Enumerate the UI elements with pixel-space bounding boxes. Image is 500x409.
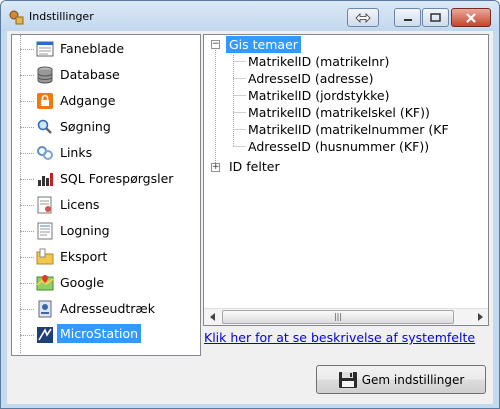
minimize-button[interactable] [394,8,421,27]
nav-label: Database [60,67,120,82]
nav-label: Adgange [60,93,116,108]
address-icon [38,300,52,318]
floppy-disk-icon [338,371,357,388]
nav-item-sql[interactable]: SQL Forespørgsler [12,166,200,192]
close-icon [466,12,476,23]
sql-icon [38,173,53,186]
nav-label: MicroStation [57,324,142,343]
nav-label: Adresseudtræk [60,301,155,316]
scrollbar-thumb[interactable]: ||| [222,310,454,324]
title-bar[interactable]: Indstillinger [1,1,499,31]
window-title: Indstillinger [29,10,94,23]
tree-node-gis-temaer[interactable]: Gis temaer [226,36,301,53]
nav-label: Eksport [60,249,108,264]
resize-button[interactable] [347,8,379,27]
nav-item-links[interactable]: Links [12,140,200,166]
close-button[interactable] [451,8,491,27]
nav-item-licens[interactable]: Licens [12,192,200,218]
microstation-icon [37,327,53,343]
nav-label: Logning [60,223,110,238]
maximize-button[interactable] [422,8,449,27]
google-icon [36,275,54,291]
minimize-icon [403,18,412,21]
search-icon [37,119,52,134]
nav-item-google[interactable]: Google [12,270,200,296]
settings-window: Indstillinger Faneblade Database Adgange… [0,0,500,409]
tree-child-node[interactable]: MatrikelID (matrikelnr) [248,54,389,69]
tree-child-node[interactable]: MatrikelID (jordstykke) [248,88,389,103]
nav-item-eksport[interactable]: Eksport [12,244,200,270]
license-icon [37,196,52,214]
scroll-left-button[interactable] [204,309,221,325]
database-icon [37,66,53,84]
child-connector-lines [233,55,246,147]
save-settings-button[interactable]: Gem indstillinger [316,365,486,394]
tree-child-node[interactable]: MatrikelID (matrikelskel (KF)) [248,105,430,120]
nav-item-adgange[interactable]: Adgange [12,88,200,114]
scroll-right-icon [477,313,483,321]
expand-id-felter-button[interactable]: + [211,163,220,172]
nav-item-microstation[interactable]: MicroStation [12,322,200,348]
double-arrow-icon [355,12,371,23]
settings-nav-tree: Faneblade Database Adgange Søgning Links… [11,34,201,356]
nav-item-faneblade[interactable]: Faneblade [12,36,200,62]
horizontal-scrollbar[interactable]: ||| [204,308,488,325]
tree-child-node[interactable]: AdresseID (husnummer (KF)) [248,139,429,154]
system-fields-description-link[interactable]: Klik her for at se beskrivelse af system… [204,330,475,345]
tabs-icon [36,41,54,57]
nav-label: SQL Forespørgsler [60,171,174,186]
log-icon [37,222,53,240]
tree-connector-lines [215,50,216,164]
scroll-left-icon [209,313,215,321]
collapse-gis-temaer-button[interactable]: − [211,40,220,49]
field-mapping-tree: − Gis temaer MatrikelID (matrikelnr) Adr… [203,34,489,326]
lock-icon [37,93,53,109]
nav-label: Faneblade [60,41,125,56]
nav-label: Søgning [60,119,111,134]
nav-item-database[interactable]: Database [12,62,200,88]
nav-item-logning[interactable]: Logning [12,218,200,244]
maximize-icon [430,13,441,22]
link-icon [37,146,53,160]
export-icon [36,248,54,265]
save-button-label: Gem indstillinger [361,372,465,387]
client-area: Faneblade Database Adgange Søgning Links… [7,31,493,404]
nav-item-sogning[interactable]: Søgning [12,114,200,140]
nav-label: Licens [60,197,100,212]
nav-item-adresseudtraek[interactable]: Adresseudtræk [12,296,200,322]
nav-label: Links [60,145,93,160]
tree-child-node[interactable]: AdresseID (adresse) [248,71,373,86]
nav-label: Google [60,275,105,290]
scroll-right-button[interactable] [471,309,488,325]
tree-child-node[interactable]: MatrikelID (matrikelnummer (KF [248,122,449,137]
settings-app-icon [9,10,24,25]
tree-node-id-felter[interactable]: ID felter [229,159,280,174]
